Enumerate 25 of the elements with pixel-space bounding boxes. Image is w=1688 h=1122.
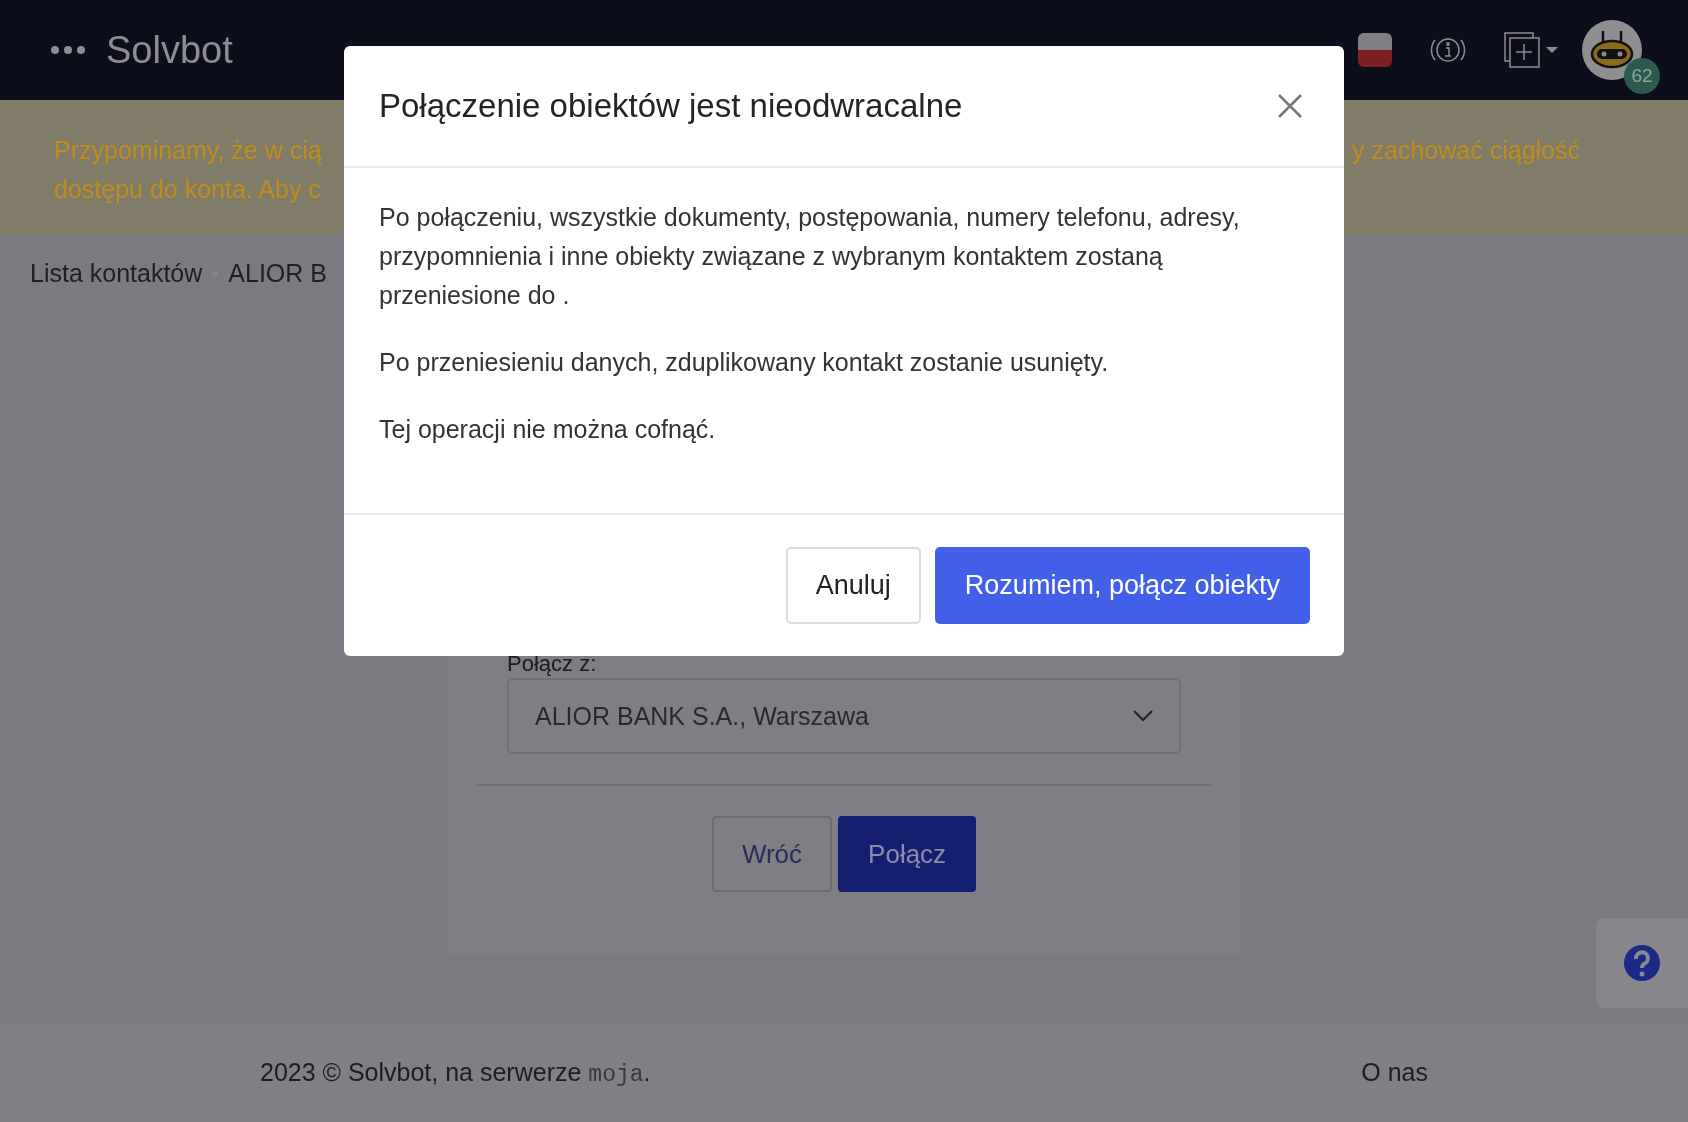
- breadcrumb-item[interactable]: Lista kontaktów: [30, 259, 203, 288]
- copyright-text: 2023 © Solvbot, na serwerze moja.: [260, 1057, 651, 1088]
- about-link[interactable]: O nas: [1361, 1058, 1428, 1087]
- notification-badge: 62: [1624, 58, 1660, 94]
- dialog-title: Połączenie obiektów jest nieodwracalne: [379, 87, 963, 125]
- notice-text: Przypominamy, że w cią: [54, 135, 322, 166]
- brand-name[interactable]: Solvbot: [106, 28, 233, 72]
- dialog-paragraph: Tej operacji nie można cofnąć.: [379, 414, 717, 445]
- flag-icon[interactable]: [1358, 33, 1392, 67]
- cancel-button[interactable]: Anuluj: [785, 547, 921, 624]
- field-label: Połącz z:: [507, 652, 598, 676]
- more-icon[interactable]: [50, 45, 86, 55]
- notice-text: y zachować ciągłość: [1352, 135, 1580, 166]
- contact-select[interactable]: ALIOR BANK S.A., Warszawa: [507, 678, 1181, 754]
- merge-button[interactable]: Połącz: [838, 816, 977, 892]
- dialog-paragraph: Po przeniesieniu danych, zduplikowany kontakt zostanie usunięty.: [379, 347, 1110, 378]
- help-icon: [1623, 944, 1661, 982]
- dialog-paragraph: Po połączeniu, wszystkie dokumenty, postępowania, numery telefonu, adresy, przypomnienia i inne obiekty związane z wybranym kontaktem zostaną przeniesione do .: [379, 202, 1241, 311]
- chevron-down-icon: [1133, 710, 1153, 722]
- breadcrumb-item[interactable]: ALIOR B: [228, 259, 327, 288]
- confirm-button[interactable]: Rozumiem, połącz obiekty: [934, 547, 1310, 624]
- back-button[interactable]: Wróć: [711, 816, 833, 892]
- new-window-icon[interactable]: [1504, 32, 1560, 68]
- notice-text: dostępu do konta. Aby c: [54, 174, 322, 205]
- help-widget[interactable]: [1596, 918, 1688, 1008]
